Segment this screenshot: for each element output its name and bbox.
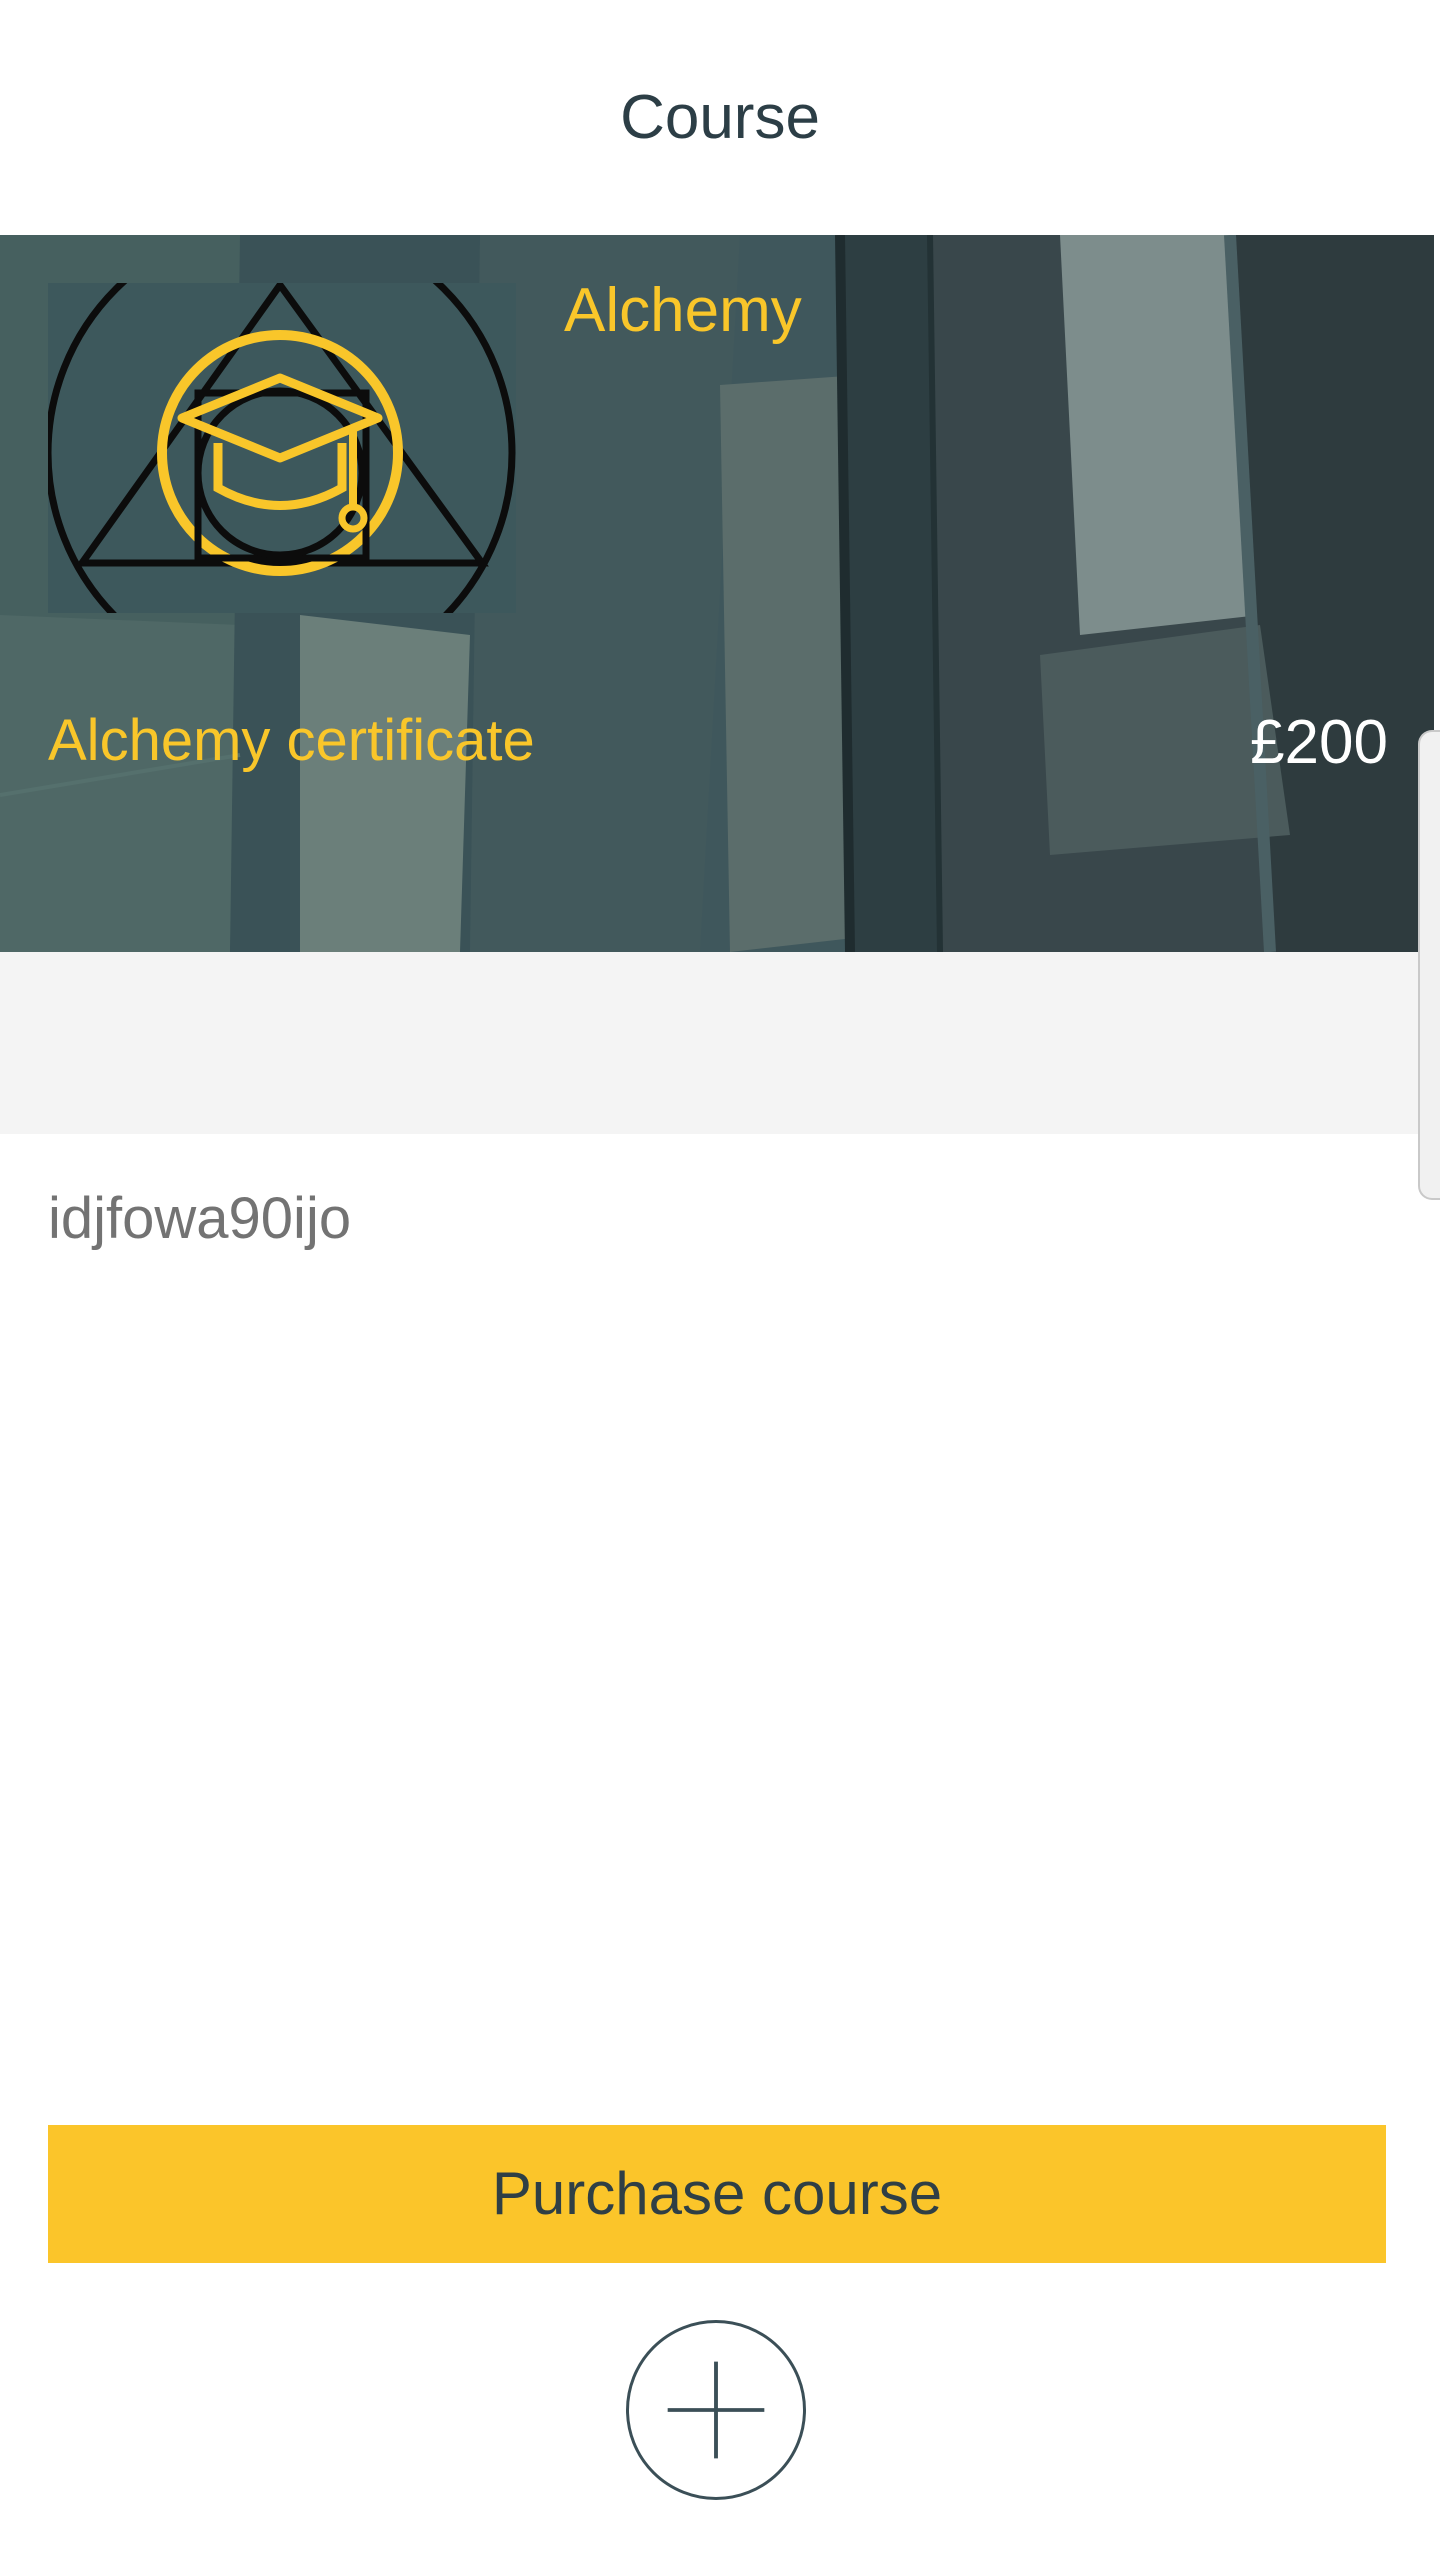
page-title: Course <box>620 83 820 152</box>
purchase-course-button[interactable]: Purchase course <box>48 2125 1386 2263</box>
course-title: Alchemy certificate <box>48 708 535 773</box>
course-provider: Alchemy <box>564 276 802 345</box>
add-button[interactable] <box>626 2320 806 2500</box>
edge-panel-handle[interactable] <box>1418 730 1440 1200</box>
plus-icon <box>667 2361 765 2459</box>
graduation-cap-logo-icon <box>48 283 516 613</box>
section-divider-band <box>0 952 1434 1134</box>
course-hero-card[interactable]: Alchemy Alchemy certificate £200 <box>0 235 1434 952</box>
course-logo <box>48 283 516 613</box>
course-price: £200 <box>1250 708 1388 777</box>
course-description: idjfowa90ijo <box>48 1186 352 1251</box>
app-header: Course <box>0 0 1440 235</box>
